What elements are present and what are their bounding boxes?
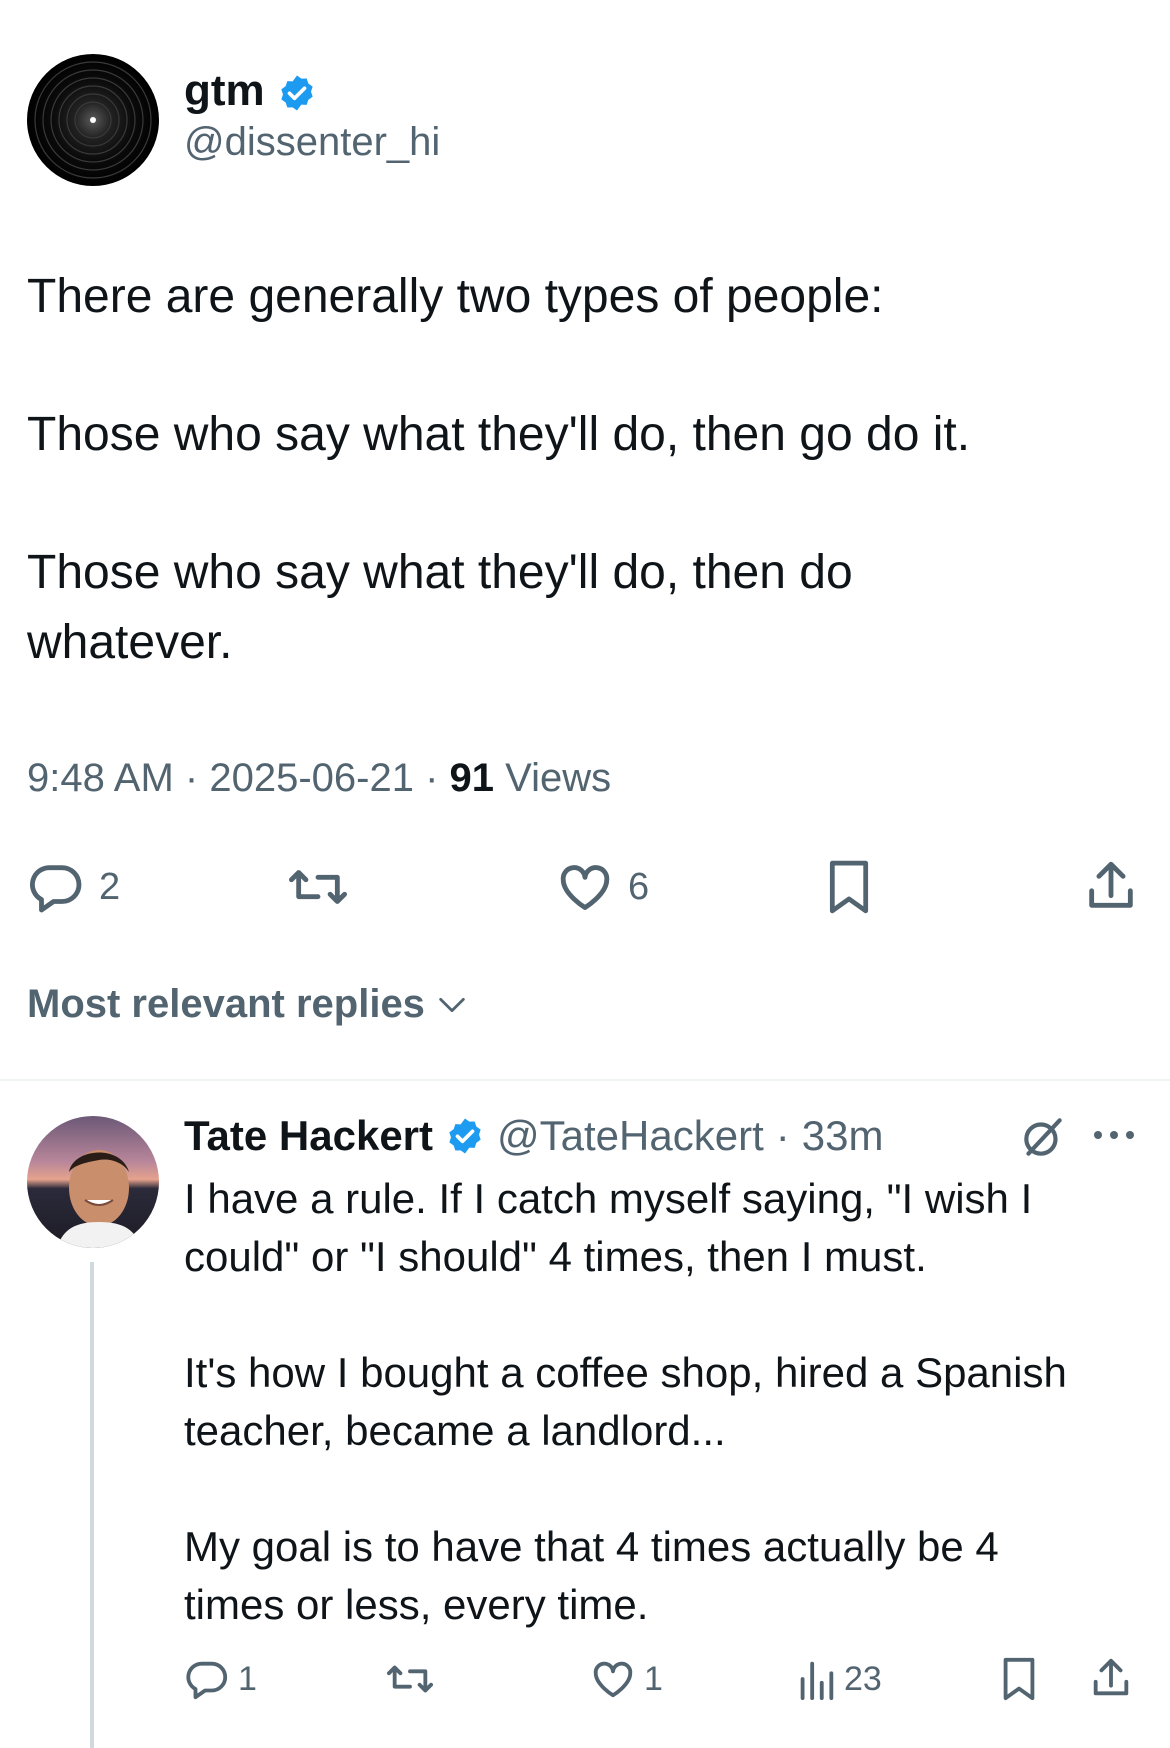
views-label: Views	[505, 756, 612, 800]
bookmark-icon	[996, 1654, 1042, 1704]
bookmark-icon	[820, 856, 878, 918]
reply-line: teacher, became a landlord...	[184, 1407, 726, 1454]
more-button[interactable]	[1090, 1120, 1138, 1150]
reply-header: Tate Hackert @TateHackert · 33m	[184, 1112, 883, 1160]
reply-bookmark-button[interactable]	[996, 1654, 1042, 1704]
replies-sort-label: Most relevant replies	[27, 982, 425, 1026]
retweet-icon	[384, 1656, 436, 1702]
grok-button[interactable]	[1018, 1112, 1068, 1162]
reply-view-count: 23	[844, 1659, 882, 1698]
tweet-time[interactable]: 9:48 AM	[27, 756, 174, 800]
reply-icon	[27, 858, 85, 916]
share-icon	[1082, 856, 1140, 916]
retweet-icon	[286, 858, 350, 916]
tweet-line: There are generally two types of people:	[27, 270, 884, 323]
reply-line: It's how I bought a coffee shop, hired a…	[184, 1349, 1067, 1396]
tweet-line: whatever.	[27, 616, 233, 669]
reply-reply-button[interactable]: 1	[184, 1656, 257, 1702]
reply-line: I have a rule. If I catch myself saying,…	[184, 1175, 1033, 1222]
reply-line: times or less, every time.	[184, 1581, 649, 1628]
reply-like-count: 1	[644, 1659, 663, 1698]
meta-separator: ·	[425, 756, 439, 800]
bookmark-button[interactable]	[820, 856, 878, 918]
share-button[interactable]	[1082, 856, 1140, 916]
tweet-line: Those who say what they'll do, then go d…	[27, 408, 971, 461]
views-icon	[796, 1656, 836, 1702]
views-count: 91	[449, 756, 495, 800]
meta-separator: ·	[184, 756, 199, 800]
reply-author-handle[interactable]: @TateHackert	[497, 1112, 764, 1160]
tweet-date[interactable]: 2025-06-21	[209, 756, 414, 800]
author-name-row[interactable]: gtm	[184, 66, 317, 116]
grok-icon	[1018, 1112, 1068, 1162]
reply-author-name[interactable]: Tate Hackert	[184, 1112, 433, 1160]
verified-icon	[445, 1116, 485, 1156]
thread-line	[90, 1262, 94, 1748]
reply-button[interactable]: 2	[27, 858, 120, 916]
share-icon	[1088, 1654, 1134, 1702]
reply-views-button[interactable]: 23	[796, 1656, 882, 1702]
reply-reply-count: 1	[238, 1659, 257, 1698]
replies-sort-dropdown[interactable]: Most relevant replies	[27, 982, 469, 1027]
author-handle[interactable]: @dissenter_hi	[184, 120, 440, 165]
retweet-button[interactable]	[286, 858, 350, 916]
reply-share-button[interactable]	[1088, 1654, 1134, 1702]
tweet-line: Those who say what they'll do, then do	[27, 546, 853, 599]
like-icon	[590, 1656, 636, 1702]
author-avatar[interactable]	[27, 54, 159, 186]
chevron-down-icon	[435, 988, 469, 1022]
reply-retweet-button[interactable]	[384, 1656, 436, 1702]
divider	[0, 1079, 1170, 1081]
reply-author-avatar[interactable]	[27, 1116, 159, 1248]
reply-icon	[184, 1656, 230, 1702]
like-count: 6	[628, 865, 650, 908]
more-icon	[1090, 1120, 1138, 1150]
verified-icon	[277, 73, 317, 113]
tweet-meta: 9:48 AM · 2025-06-21 · 91 Views	[27, 756, 611, 801]
reply-separator: ·	[775, 1112, 790, 1159]
reply-age[interactable]: 33m	[802, 1112, 884, 1160]
author-display-name[interactable]: gtm	[184, 66, 265, 115]
like-button[interactable]: 6	[556, 858, 649, 916]
reply-line: could" or "I should" 4 times, then I mus…	[184, 1233, 927, 1280]
reply-count: 2	[99, 865, 121, 908]
reply-line: My goal is to have that 4 times actually…	[184, 1523, 999, 1570]
reply-like-button[interactable]: 1	[590, 1656, 663, 1702]
like-icon	[556, 858, 614, 916]
